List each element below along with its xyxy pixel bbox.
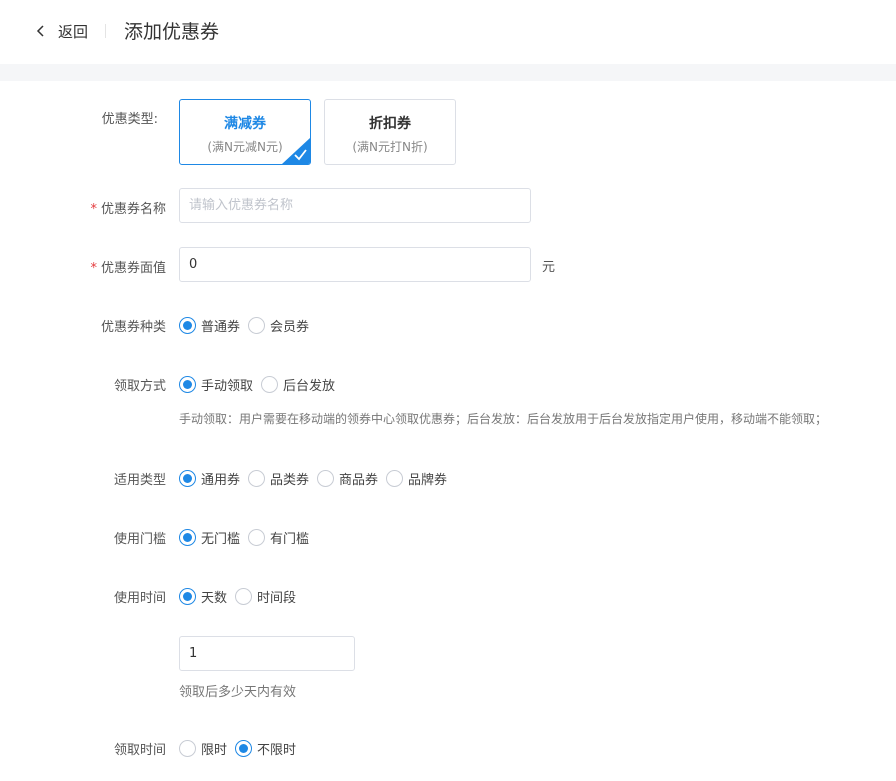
- card-title: 折扣券: [369, 116, 411, 132]
- radio-circle: [179, 469, 196, 487]
- coupon-type-card-discount[interactable]: 折扣券 (满N元打N折): [324, 99, 456, 165]
- radio-days[interactable]: 天数: [179, 587, 227, 606]
- radio-label: 品牌券: [408, 472, 448, 488]
- radio-member-coupon[interactable]: 会员券: [248, 316, 309, 335]
- claim-time-label: 领取时间: [113, 743, 166, 758]
- usage-time-label: 使用时间: [113, 591, 166, 606]
- face-value-label-text: 优惠券面值: [100, 261, 166, 276]
- claim-method-hint: 手动领取：用户需要在移动端的领券中心领取优惠券；后台发放：后台发放用于后台发放指…: [179, 412, 828, 426]
- coupon-type-label: 优惠类型:: [101, 112, 158, 127]
- coupon-name-input[interactable]: [179, 188, 531, 223]
- radio-circle: [235, 739, 253, 757]
- radio-no-threshold[interactable]: 无门槛: [179, 528, 240, 547]
- radio-label: 商品券: [339, 472, 379, 488]
- radio-circle: [261, 375, 279, 393]
- radio-label: 天数: [201, 590, 228, 606]
- header-divider: [105, 24, 106, 38]
- card-title: 满减券: [224, 116, 266, 132]
- applicable-type-radio-group: 通用券 品类券 商品券 品牌券: [179, 468, 455, 488]
- face-value-label: * 优惠券面值: [46, 257, 166, 276]
- radio-backend-issue[interactable]: 后台发放: [261, 375, 335, 394]
- coupon-name-label: * 优惠券名称: [46, 198, 166, 217]
- radio-circle: [179, 528, 196, 546]
- coupon-kind-radio-group: 普通券 会员券: [179, 315, 317, 335]
- radio-product-coupon[interactable]: 商品券: [317, 469, 378, 488]
- back-button[interactable]: 返回: [34, 20, 88, 42]
- applicable-type-label: 适用类型: [113, 473, 166, 488]
- required-mark: *: [90, 202, 97, 217]
- valid-days-hint: 领取后多少天内有效: [179, 685, 297, 700]
- section-separator: [0, 64, 896, 81]
- threshold-label: 使用门槛: [113, 532, 166, 547]
- radio-circle: [179, 587, 196, 605]
- radio-unlimited-time[interactable]: 不限时: [235, 739, 296, 758]
- radio-label: 通用券: [201, 472, 241, 488]
- radio-label: 品类券: [270, 472, 310, 488]
- radio-label: 时间段: [257, 590, 297, 606]
- claim-time-radio-group: 限时 不限时: [179, 738, 304, 758]
- radio-label: 不限时: [257, 742, 297, 758]
- coupon-name-label-text: 优惠券名称: [100, 202, 166, 217]
- radio-circle: [248, 469, 266, 487]
- radio-circle: [235, 587, 253, 605]
- claim-method-label: 领取方式: [113, 379, 166, 394]
- valid-days-input[interactable]: [179, 636, 355, 671]
- chevron-left-icon: [36, 25, 44, 37]
- radio-label: 手动领取: [201, 378, 254, 394]
- face-value-unit: 元: [542, 260, 556, 275]
- radio-label: 无门槛: [201, 531, 241, 547]
- coupon-type-card-full-reduction[interactable]: 满减券 (满N元减N元): [179, 99, 311, 165]
- card-subtitle: (满N元打N折): [352, 140, 428, 154]
- radio-circle: [179, 316, 196, 334]
- usage-time-radio-group: 天数 时间段: [179, 586, 304, 606]
- claim-method-radio-group: 手动领取 后台发放: [179, 374, 343, 394]
- required-mark: *: [90, 261, 97, 276]
- back-label: 返回: [58, 22, 89, 41]
- radio-label: 会员券: [270, 319, 310, 335]
- radio-limited-time[interactable]: 限时: [179, 739, 227, 758]
- page-title: 添加优惠券: [124, 21, 220, 43]
- radio-manual-claim[interactable]: 手动领取: [179, 375, 253, 394]
- radio-circle: [179, 739, 196, 757]
- selected-check-icon: [282, 138, 310, 164]
- radio-label: 后台发放: [283, 378, 336, 394]
- radio-universal-coupon[interactable]: 通用券: [179, 469, 240, 488]
- coupon-kind-label: 优惠券种类: [100, 320, 166, 335]
- radio-general-coupon[interactable]: 普通券: [179, 316, 240, 335]
- face-value-input[interactable]: [179, 247, 531, 282]
- radio-circle: [248, 528, 266, 546]
- threshold-radio-group: 无门槛 有门槛: [179, 527, 317, 547]
- radio-circle: [317, 469, 335, 487]
- radio-category-coupon[interactable]: 品类券: [248, 469, 309, 488]
- page-header: 返回 添加优惠券: [0, 0, 896, 64]
- radio-circle: [386, 469, 404, 487]
- radio-brand-coupon[interactable]: 品牌券: [386, 469, 447, 488]
- radio-label: 普通券: [201, 319, 241, 335]
- radio-label: 限时: [201, 742, 228, 758]
- radio-circle: [248, 316, 266, 334]
- radio-label: 有门槛: [270, 531, 310, 547]
- radio-circle: [179, 375, 196, 393]
- radio-time-range[interactable]: 时间段: [235, 587, 296, 606]
- radio-has-threshold[interactable]: 有门槛: [248, 528, 309, 547]
